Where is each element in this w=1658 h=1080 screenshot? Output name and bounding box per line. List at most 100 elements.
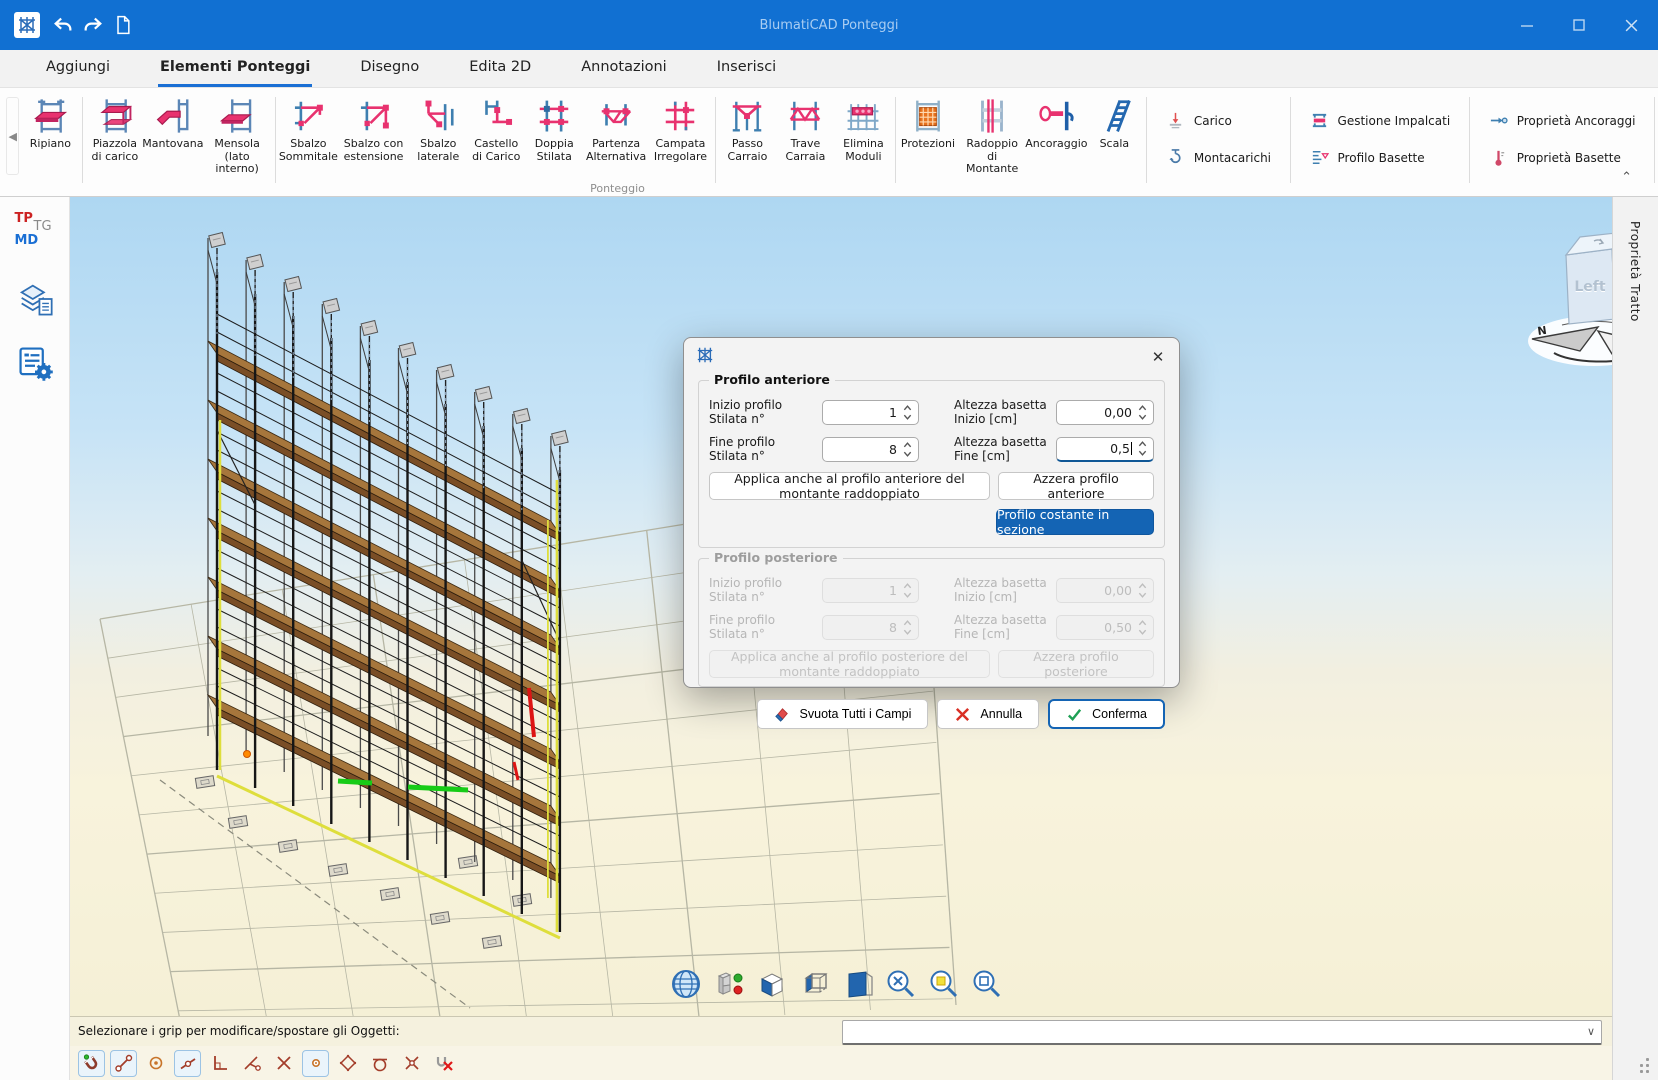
ribbon-collapse-icon[interactable]: ⌃ xyxy=(1621,170,1632,185)
ribbon-separator xyxy=(1469,97,1470,183)
spinner-updown-icon[interactable] xyxy=(902,403,913,422)
tab-inserisci[interactable]: Inserisci xyxy=(715,52,779,87)
snap-magnet-icon[interactable] xyxy=(78,1050,105,1077)
dialog-title-bar[interactable]: ✕ xyxy=(698,346,1165,370)
spinner-updown-icon xyxy=(902,581,913,600)
confirm-button[interactable]: Conferma xyxy=(1048,699,1165,729)
tab-edita-2d[interactable]: Edita 2D xyxy=(467,52,533,87)
new-document-icon[interactable] xyxy=(108,10,138,40)
ribbon-item-profilo-basette[interactable]: Profilo Basette xyxy=(1310,148,1451,167)
layers-icon[interactable] xyxy=(15,279,55,319)
base-props-icon xyxy=(1489,148,1508,167)
iso-view-icon[interactable] xyxy=(755,967,789,1001)
ribbon-item-protezioni[interactable]: Protezioni xyxy=(899,93,957,185)
wireframe-view-icon[interactable] xyxy=(798,967,832,1001)
ribbon-item-piazzola-di-carico[interactable]: Piazzola di carico xyxy=(86,93,144,185)
ribbon-item-label: Sbalzo Sommitale xyxy=(279,138,338,163)
tg-label: TG xyxy=(34,219,52,234)
front-end-spinner[interactable]: 8 xyxy=(822,437,919,462)
rear-hend-value: 0,50 xyxy=(1065,620,1132,635)
snap-nearest-icon[interactable] xyxy=(238,1050,265,1077)
ribbon-item-radoppio-di-montante[interactable]: Radoppio di Montante xyxy=(957,93,1027,185)
ribbon-item-label: Scala xyxy=(1100,138,1130,151)
resize-grip[interactable] xyxy=(1638,1058,1652,1072)
tab-annotazioni[interactable]: Annotazioni xyxy=(579,52,668,87)
front-hstart-spinner[interactable]: 0,00 xyxy=(1056,400,1154,425)
front-start-spinner[interactable]: 1 xyxy=(822,400,919,425)
clear-all-fields-button[interactable]: Svuota Tutti i Campi xyxy=(757,699,929,729)
minimize-button[interactable] xyxy=(1508,8,1546,42)
ribbon-item-castello-di-carico[interactable]: Castello di Carico xyxy=(467,93,525,185)
front-hend-spinner-focused[interactable]: 0,5 xyxy=(1056,437,1154,462)
ribbon: ◀ RipianoPiazzola di caricoMantovanaMens… xyxy=(0,88,1658,197)
ribbon-item-sbalzo-laterale[interactable]: Sbalzo laterale xyxy=(409,93,467,185)
dialog-app-icon xyxy=(696,346,714,364)
shaded-view-icon[interactable] xyxy=(841,967,875,1001)
ucs-origin-icon[interactable] xyxy=(712,967,746,1001)
ribbon-item-passo-carraio[interactable]: Passo Carraio xyxy=(718,93,776,185)
snap-apparent-intersection-icon[interactable] xyxy=(398,1050,425,1077)
viewport-nav-toolbar xyxy=(669,967,1004,1001)
right-panel-strip[interactable]: Proprietà Tratto xyxy=(1612,197,1658,1080)
view-cube[interactable]: N Left xyxy=(1462,227,1612,367)
snap-center-icon[interactable] xyxy=(142,1050,169,1077)
tab-elementi-ponteggi[interactable]: Elementi Ponteggi xyxy=(158,52,312,87)
front-reset-button[interactable]: Azzera profilo anteriore xyxy=(998,472,1154,500)
ribbon-item-label: Elimina Moduli xyxy=(838,138,888,163)
command-input[interactable]: ∨ xyxy=(842,1020,1602,1045)
ribbon-item-gestione-impalcati[interactable]: Gestione Impalcati xyxy=(1310,111,1451,130)
snap-point-icon[interactable] xyxy=(302,1050,329,1077)
spinner-updown-icon[interactable] xyxy=(1137,439,1148,458)
cancel-button[interactable]: Annulla xyxy=(937,699,1039,729)
ribbon-item-campata-irregolare[interactable]: Campata Irregolare xyxy=(649,93,712,185)
front-apply-doubled-post-button[interactable]: Applica anche al profilo anteriore del m… xyxy=(709,472,990,500)
tab-aggiungi[interactable]: Aggiungi xyxy=(44,52,112,87)
ribbon-item-sbalzo-con-estensione[interactable]: Sbalzo con estensione xyxy=(338,93,409,185)
spinner-updown-icon[interactable] xyxy=(1137,403,1148,422)
close-button[interactable] xyxy=(1612,8,1650,42)
ribbon-item-elimina-moduli[interactable]: Elimina Moduli xyxy=(834,93,892,185)
ribbon-item-ripiano[interactable]: Ripiano xyxy=(21,93,79,185)
zoom-window-icon[interactable] xyxy=(927,967,961,1001)
chevron-down-icon[interactable]: ∨ xyxy=(1587,1025,1595,1038)
cancel-label: Annulla xyxy=(980,707,1022,721)
ribbon-scroll-left-icon[interactable]: ◀ xyxy=(6,97,19,175)
snap-perpendicular-icon[interactable] xyxy=(206,1050,233,1077)
report-settings-icon[interactable] xyxy=(15,343,55,383)
ribbon-item-mantovana[interactable]: Mantovana xyxy=(144,93,202,185)
ribbon-item-partenza-alternativa[interactable]: Partenza Alternativa xyxy=(583,93,649,185)
snap-disable-icon[interactable] xyxy=(430,1050,457,1077)
ribbon-item-carico[interactable]: Carico xyxy=(1166,111,1271,130)
ribbon-item-ancoraggio[interactable]: Ancoraggio xyxy=(1027,93,1085,185)
ribbon-item-label: Castello di Carico xyxy=(471,138,521,163)
ribbon-item-trave-carraia[interactable]: Trave Carraia xyxy=(776,93,834,185)
zoom-extents-icon[interactable] xyxy=(884,967,918,1001)
view-globe-icon[interactable] xyxy=(669,967,703,1001)
ribbon-item-proprietà-ancoraggi[interactable]: Proprietà Ancoraggi xyxy=(1489,111,1636,130)
zoom-previous-icon[interactable] xyxy=(970,967,1004,1001)
snap-tangent-icon[interactable] xyxy=(366,1050,393,1077)
constant-profile-button[interactable]: Profilo costante in sezione xyxy=(996,509,1154,535)
ribbon-item-montacarichi[interactable]: Montacarichi xyxy=(1166,148,1271,167)
ribbon-item-mensola-lato-interno[interactable]: Mensola (lato interno) xyxy=(202,93,272,185)
snap-quadrant-icon[interactable] xyxy=(334,1050,361,1077)
ribbon-item-sbalzo-sommitale[interactable]: Sbalzo Sommitale xyxy=(279,93,338,185)
ribbon-item-doppia-stilata[interactable]: Doppia Stilata xyxy=(525,93,583,185)
redo-icon[interactable] xyxy=(78,10,108,40)
ribbon-item-proprietà-basette[interactable]: Proprietà Basette xyxy=(1489,148,1636,167)
app-icon[interactable] xyxy=(14,12,40,38)
spinner-updown-icon[interactable] xyxy=(902,440,913,459)
base-profile-icon xyxy=(1310,148,1329,167)
snap-endpoint-icon[interactable] xyxy=(110,1050,137,1077)
dialog-close-icon[interactable]: ✕ xyxy=(1149,348,1167,366)
tab-disegno[interactable]: Disegno xyxy=(358,52,421,87)
layer-states-badge[interactable]: TP TG MD xyxy=(13,211,57,255)
ribbon-item-scala[interactable]: Scala xyxy=(1085,93,1143,185)
snap-intersection-icon[interactable] xyxy=(270,1050,297,1077)
snap-midpoint-icon[interactable] xyxy=(174,1050,201,1077)
title-bar: BlumatiCAD Ponteggi xyxy=(0,0,1658,50)
undo-icon[interactable] xyxy=(48,10,78,40)
spinner-updown-icon xyxy=(1137,581,1148,600)
maximize-button[interactable] xyxy=(1560,8,1598,42)
portal-truss-icon xyxy=(785,93,825,135)
